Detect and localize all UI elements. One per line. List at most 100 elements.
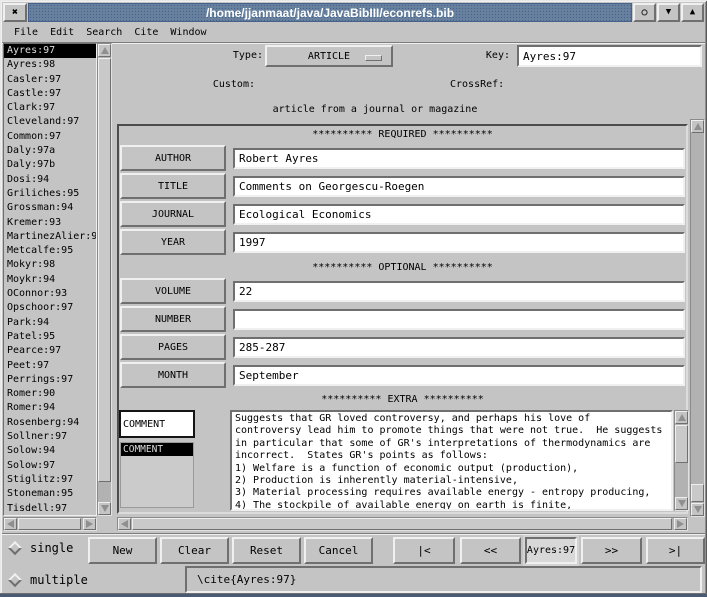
scroll-up-button[interactable] [98,44,111,57]
scroll-up-button[interactable] [675,411,688,424]
scrollbar-thumb[interactable] [675,425,688,463]
field-label-button[interactable]: YEAR [120,229,226,255]
nav-prev-button[interactable]: << [460,537,521,564]
list-item[interactable]: Dosi:94 [4,173,96,187]
field-input[interactable] [233,365,685,386]
list-item[interactable]: Ayres:97 [4,44,96,58]
field-label-button[interactable]: TITLE [120,173,226,199]
field-input[interactable] [233,176,685,197]
radio-diamond-icon[interactable] [8,541,22,555]
list-item[interactable]: Kremer:93 [4,216,96,230]
list-item[interactable]: Ayres:98 [4,58,96,72]
list-item[interactable]: Stoneman:95 [4,487,96,501]
menu-item[interactable]: File [10,26,42,39]
menu-item[interactable]: Search [82,26,126,39]
field-label-button[interactable]: MONTH [120,362,226,388]
window-title-area[interactable]: /home/jjanmaat/java/JavaBibIII/econrefs.… [28,3,632,22]
titlebar[interactable]: ✖ /home/jjanmaat/java/JavaBibIII/econref… [3,3,704,22]
menu-item[interactable]: Window [166,26,210,39]
list-item[interactable]: Romer:94 [4,401,96,415]
comment-textarea[interactable]: Suggests that GR loved controversy, and … [230,410,673,511]
list-item[interactable]: COMMENT [121,443,193,456]
shade-button[interactable]: ▼ [657,3,680,22]
list-item[interactable]: Daly:97b [4,158,96,172]
field-label-button[interactable]: AUTHOR [120,145,226,171]
scroll-down-button[interactable] [98,502,111,515]
scrollbar-thumb[interactable] [98,58,111,482]
list-vertical-scrollbar[interactable] [97,43,112,516]
radio-diamond-icon[interactable] [8,573,22,587]
menu-item[interactable]: Edit [46,26,78,39]
list-item[interactable]: Metcalfe:95 [4,244,96,258]
nav-last-button[interactable]: >| [646,537,705,564]
mode-single[interactable]: single [10,541,73,555]
scrollbar-thumb[interactable] [132,518,672,530]
iconify-button[interactable]: ○ [633,3,656,22]
list-item[interactable]: Sollner:97 [4,430,96,444]
panel-vertical-scrollbar[interactable] [690,119,705,517]
field-input[interactable] [233,148,685,169]
field-label-button[interactable]: NUMBER [120,306,226,332]
list-item[interactable]: Romer:90 [4,387,96,401]
list-item[interactable]: Grossman:94 [4,201,96,215]
scroll-right-button[interactable] [83,518,96,530]
menu-item[interactable]: Cite [130,26,162,39]
list-item[interactable]: Stiglitz:97 [4,473,96,487]
list-item[interactable]: Daly:97a [4,144,96,158]
field-label-button[interactable]: JOURNAL [120,201,226,227]
list-item[interactable]: Griliches:95 [4,187,96,201]
list-horizontal-scrollbar[interactable] [3,517,97,531]
list-item[interactable]: MartinezAlier:9 [4,230,96,244]
reset-button[interactable]: Reset [232,537,301,564]
type-dropdown[interactable]: ARTICLE [265,45,393,67]
list-item[interactable]: Opschoor:97 [4,301,96,315]
list-item[interactable]: Cleveland:97 [4,115,96,129]
mode-multiple[interactable]: multiple [10,573,88,587]
list-item[interactable]: Moykr:94 [4,273,96,287]
list-item[interactable]: Rosenberg:94 [4,416,96,430]
field-input[interactable] [233,204,685,225]
scrollbar-thumb[interactable] [691,484,704,502]
list-item[interactable]: Perrings:97 [4,373,96,387]
textarea-scrollbar[interactable] [674,410,689,511]
scroll-right-button[interactable] [674,518,687,530]
reference-list[interactable]: Ayres:97Ayres:98Casler:97Castle:97Clark:… [3,43,97,516]
cancel-button[interactable]: Cancel [304,537,373,564]
scrollbar-thumb[interactable] [18,518,81,530]
field-label-button[interactable]: VOLUME [120,278,226,304]
close-button[interactable]: ✖ [3,3,27,22]
list-item[interactable]: Tisdell:97 [4,502,96,516]
raise-button[interactable]: ▲ [681,3,704,22]
nav-first-button[interactable]: |< [393,537,455,564]
list-item[interactable]: Peet:97 [4,359,96,373]
field-input[interactable] [233,232,685,253]
cite-command-field[interactable]: \cite{Ayres:97} [185,566,702,593]
list-item[interactable]: OConnor:93 [4,287,96,301]
list-item[interactable]: Mokyr:98 [4,258,96,272]
scroll-up-button[interactable] [691,120,704,133]
nav-current-key-field[interactable]: Ayres:97 [525,537,577,564]
list-item[interactable]: Pearce:97 [4,344,96,358]
scroll-down-button[interactable] [691,503,704,516]
field-label-button[interactable]: PAGES [120,334,226,360]
panel-horizontal-scrollbar[interactable] [117,517,688,531]
field-input[interactable] [233,309,685,330]
scroll-left-button[interactable] [4,518,17,530]
new-button[interactable]: New [88,537,157,564]
list-item[interactable]: Common:97 [4,130,96,144]
list-item[interactable]: Clark:97 [4,101,96,115]
field-input[interactable] [233,281,685,302]
list-item[interactable]: Patel:95 [4,330,96,344]
list-item[interactable]: Castle:97 [4,87,96,101]
nav-next-button[interactable]: >> [581,537,642,564]
list-item[interactable]: Park:94 [4,316,96,330]
list-item[interactable]: Solow:97 [4,459,96,473]
list-item[interactable]: Solow:94 [4,444,96,458]
field-input[interactable] [233,337,685,358]
scroll-left-button[interactable] [118,518,131,530]
clear-button[interactable]: Clear [160,537,229,564]
extra-field-name-input[interactable] [119,410,195,438]
list-item[interactable]: Casler:97 [4,73,96,87]
extra-field-list[interactable]: COMMENT [120,442,194,508]
key-input[interactable] [517,45,702,67]
